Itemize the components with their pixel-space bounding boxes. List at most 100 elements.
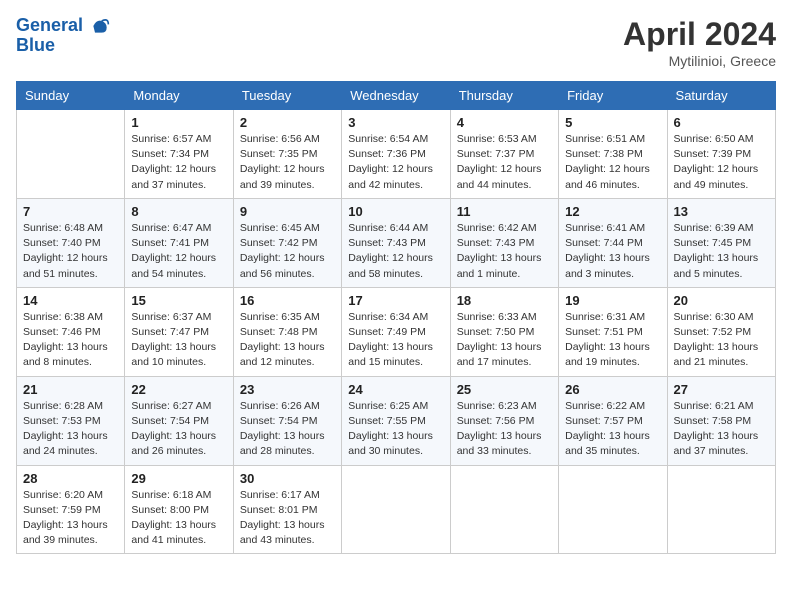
day-cell: 22 Sunrise: 6:27 AMSunset: 7:54 PMDaylig… <box>125 376 233 465</box>
day-number: 7 <box>23 204 118 219</box>
day-info: Sunrise: 6:48 AMSunset: 7:40 PMDaylight:… <box>23 221 118 282</box>
week-row-1: 1 Sunrise: 6:57 AMSunset: 7:34 PMDayligh… <box>17 110 776 199</box>
day-info: Sunrise: 6:51 AMSunset: 7:38 PMDaylight:… <box>565 132 660 193</box>
day-number: 3 <box>348 115 443 130</box>
col-header-thursday: Thursday <box>450 82 558 110</box>
day-number: 30 <box>240 471 335 486</box>
day-cell: 12 Sunrise: 6:41 AMSunset: 7:44 PMDaylig… <box>559 198 667 287</box>
day-info: Sunrise: 6:30 AMSunset: 7:52 PMDaylight:… <box>674 310 769 371</box>
day-cell: 7 Sunrise: 6:48 AMSunset: 7:40 PMDayligh… <box>17 198 125 287</box>
day-cell <box>342 465 450 554</box>
calendar-table: SundayMondayTuesdayWednesdayThursdayFrid… <box>16 81 776 554</box>
location-title: Mytilinioi, Greece <box>623 53 776 69</box>
day-cell: 27 Sunrise: 6:21 AMSunset: 7:58 PMDaylig… <box>667 376 775 465</box>
day-cell: 10 Sunrise: 6:44 AMSunset: 7:43 PMDaylig… <box>342 198 450 287</box>
day-cell: 24 Sunrise: 6:25 AMSunset: 7:55 PMDaylig… <box>342 376 450 465</box>
col-header-monday: Monday <box>125 82 233 110</box>
day-cell <box>17 110 125 199</box>
day-cell: 4 Sunrise: 6:53 AMSunset: 7:37 PMDayligh… <box>450 110 558 199</box>
day-number: 23 <box>240 382 335 397</box>
day-number: 20 <box>674 293 769 308</box>
day-cell: 20 Sunrise: 6:30 AMSunset: 7:52 PMDaylig… <box>667 287 775 376</box>
day-info: Sunrise: 6:38 AMSunset: 7:46 PMDaylight:… <box>23 310 118 371</box>
day-info: Sunrise: 6:28 AMSunset: 7:53 PMDaylight:… <box>23 399 118 460</box>
col-header-wednesday: Wednesday <box>342 82 450 110</box>
day-number: 8 <box>131 204 226 219</box>
day-number: 24 <box>348 382 443 397</box>
day-info: Sunrise: 6:35 AMSunset: 7:48 PMDaylight:… <box>240 310 335 371</box>
day-number: 6 <box>674 115 769 130</box>
day-cell: 30 Sunrise: 6:17 AMSunset: 8:01 PMDaylig… <box>233 465 341 554</box>
logo-line2: Blue <box>16 36 110 56</box>
day-cell: 16 Sunrise: 6:35 AMSunset: 7:48 PMDaylig… <box>233 287 341 376</box>
day-number: 18 <box>457 293 552 308</box>
day-number: 25 <box>457 382 552 397</box>
day-number: 1 <box>131 115 226 130</box>
day-cell: 17 Sunrise: 6:34 AMSunset: 7:49 PMDaylig… <box>342 287 450 376</box>
day-info: Sunrise: 6:47 AMSunset: 7:41 PMDaylight:… <box>131 221 226 282</box>
day-number: 27 <box>674 382 769 397</box>
day-cell: 19 Sunrise: 6:31 AMSunset: 7:51 PMDaylig… <box>559 287 667 376</box>
day-number: 29 <box>131 471 226 486</box>
day-number: 28 <box>23 471 118 486</box>
col-header-saturday: Saturday <box>667 82 775 110</box>
day-cell: 28 Sunrise: 6:20 AMSunset: 7:59 PMDaylig… <box>17 465 125 554</box>
day-info: Sunrise: 6:18 AMSunset: 8:00 PMDaylight:… <box>131 488 226 549</box>
day-cell: 13 Sunrise: 6:39 AMSunset: 7:45 PMDaylig… <box>667 198 775 287</box>
day-cell: 21 Sunrise: 6:28 AMSunset: 7:53 PMDaylig… <box>17 376 125 465</box>
day-info: Sunrise: 6:42 AMSunset: 7:43 PMDaylight:… <box>457 221 552 282</box>
day-number: 2 <box>240 115 335 130</box>
day-cell: 29 Sunrise: 6:18 AMSunset: 8:00 PMDaylig… <box>125 465 233 554</box>
day-cell: 11 Sunrise: 6:42 AMSunset: 7:43 PMDaylig… <box>450 198 558 287</box>
day-cell: 9 Sunrise: 6:45 AMSunset: 7:42 PMDayligh… <box>233 198 341 287</box>
logo: General Blue <box>16 16 110 56</box>
day-info: Sunrise: 6:33 AMSunset: 7:50 PMDaylight:… <box>457 310 552 371</box>
day-info: Sunrise: 6:31 AMSunset: 7:51 PMDaylight:… <box>565 310 660 371</box>
day-cell: 6 Sunrise: 6:50 AMSunset: 7:39 PMDayligh… <box>667 110 775 199</box>
day-cell: 26 Sunrise: 6:22 AMSunset: 7:57 PMDaylig… <box>559 376 667 465</box>
day-cell: 2 Sunrise: 6:56 AMSunset: 7:35 PMDayligh… <box>233 110 341 199</box>
day-info: Sunrise: 6:22 AMSunset: 7:57 PMDaylight:… <box>565 399 660 460</box>
day-number: 12 <box>565 204 660 219</box>
day-number: 17 <box>348 293 443 308</box>
day-info: Sunrise: 6:37 AMSunset: 7:47 PMDaylight:… <box>131 310 226 371</box>
week-row-4: 21 Sunrise: 6:28 AMSunset: 7:53 PMDaylig… <box>17 376 776 465</box>
day-info: Sunrise: 6:44 AMSunset: 7:43 PMDaylight:… <box>348 221 443 282</box>
day-number: 16 <box>240 293 335 308</box>
day-cell <box>667 465 775 554</box>
day-number: 10 <box>348 204 443 219</box>
day-info: Sunrise: 6:57 AMSunset: 7:34 PMDaylight:… <box>131 132 226 193</box>
day-cell <box>450 465 558 554</box>
day-number: 26 <box>565 382 660 397</box>
day-number: 4 <box>457 115 552 130</box>
day-info: Sunrise: 6:25 AMSunset: 7:55 PMDaylight:… <box>348 399 443 460</box>
day-number: 22 <box>131 382 226 397</box>
logo-icon <box>90 16 110 36</box>
day-cell: 1 Sunrise: 6:57 AMSunset: 7:34 PMDayligh… <box>125 110 233 199</box>
header: General Blue April 2024 Mytilinioi, Gree… <box>16 16 776 69</box>
day-info: Sunrise: 6:27 AMSunset: 7:54 PMDaylight:… <box>131 399 226 460</box>
day-info: Sunrise: 6:34 AMSunset: 7:49 PMDaylight:… <box>348 310 443 371</box>
week-row-3: 14 Sunrise: 6:38 AMSunset: 7:46 PMDaylig… <box>17 287 776 376</box>
col-header-friday: Friday <box>559 82 667 110</box>
day-info: Sunrise: 6:50 AMSunset: 7:39 PMDaylight:… <box>674 132 769 193</box>
day-info: Sunrise: 6:45 AMSunset: 7:42 PMDaylight:… <box>240 221 335 282</box>
day-cell: 25 Sunrise: 6:23 AMSunset: 7:56 PMDaylig… <box>450 376 558 465</box>
day-cell: 15 Sunrise: 6:37 AMSunset: 7:47 PMDaylig… <box>125 287 233 376</box>
day-info: Sunrise: 6:39 AMSunset: 7:45 PMDaylight:… <box>674 221 769 282</box>
week-row-5: 28 Sunrise: 6:20 AMSunset: 7:59 PMDaylig… <box>17 465 776 554</box>
day-cell <box>559 465 667 554</box>
day-info: Sunrise: 6:21 AMSunset: 7:58 PMDaylight:… <box>674 399 769 460</box>
day-number: 14 <box>23 293 118 308</box>
day-info: Sunrise: 6:53 AMSunset: 7:37 PMDaylight:… <box>457 132 552 193</box>
col-header-tuesday: Tuesday <box>233 82 341 110</box>
day-cell: 23 Sunrise: 6:26 AMSunset: 7:54 PMDaylig… <box>233 376 341 465</box>
day-number: 15 <box>131 293 226 308</box>
day-cell: 8 Sunrise: 6:47 AMSunset: 7:41 PMDayligh… <box>125 198 233 287</box>
day-info: Sunrise: 6:56 AMSunset: 7:35 PMDaylight:… <box>240 132 335 193</box>
day-info: Sunrise: 6:20 AMSunset: 7:59 PMDaylight:… <box>23 488 118 549</box>
header-row: SundayMondayTuesdayWednesdayThursdayFrid… <box>17 82 776 110</box>
day-cell: 14 Sunrise: 6:38 AMSunset: 7:46 PMDaylig… <box>17 287 125 376</box>
day-cell: 18 Sunrise: 6:33 AMSunset: 7:50 PMDaylig… <box>450 287 558 376</box>
day-info: Sunrise: 6:54 AMSunset: 7:36 PMDaylight:… <box>348 132 443 193</box>
